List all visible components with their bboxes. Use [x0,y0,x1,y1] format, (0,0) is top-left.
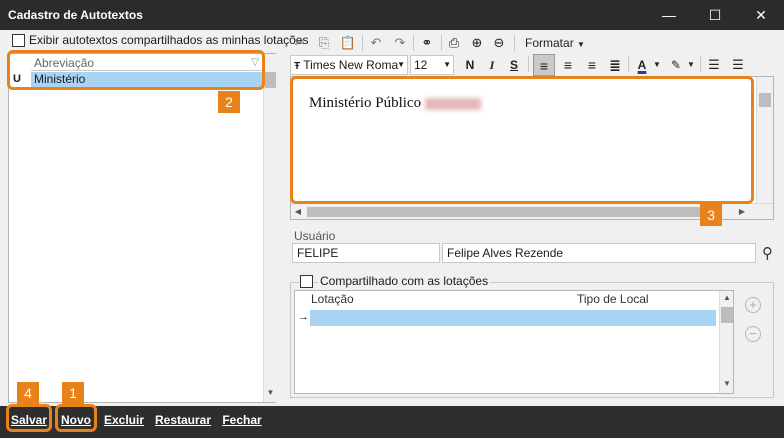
row-marker-icon: → [298,311,309,323]
chevron-down-icon[interactable]: ▼ [443,56,451,74]
callout-badge-1: 1 [62,382,84,404]
cut-icon[interactable]: ✂ [290,33,310,53]
strikethrough-button[interactable]: S [504,54,524,76]
add-icon[interactable]: + [745,297,761,313]
toolbar-divider [700,56,701,72]
maximize-button[interactable]: ☐ [692,0,738,30]
edit-toolbar: ✂ ⎘ 📋 ↶ ↷ ⚭ ⎙ ⊕ ⊖ Formatar ▼ [290,33,780,53]
remove-icon[interactable]: − [745,326,761,342]
callout-box-3 [290,76,754,204]
callout-box-1 [55,404,97,432]
show-shared-label: Exibir autotextos compartilhados as minh… [29,33,309,47]
close-form-button[interactable]: Fechar [220,406,264,434]
minimize-button[interactable]: — [646,0,692,30]
action-bar: Salvar Novo Excluir Restaurar Fechar [0,406,784,438]
search-icon[interactable]: ⚲ [762,244,773,262]
paste-icon[interactable]: 📋 [338,33,358,53]
list-scrollbar[interactable]: ▼ [263,54,276,402]
toolbar-divider [528,56,529,72]
list-scrollbar-thumb[interactable] [265,72,276,88]
scroll-up-icon[interactable]: ▲ [720,293,734,302]
user-name-field[interactable]: Felipe Alves Rezende [442,243,756,263]
print-icon[interactable]: ⎙ [444,33,464,53]
callout-badge-4: 4 [17,382,39,404]
callout-badge-2: 2 [218,91,240,113]
lotacoes-grid[interactable]: Lotação Tipo de Local → ▲ ▼ [294,290,734,394]
zoom-out-icon[interactable]: ⊖ [489,33,509,53]
title-bar: Cadastro de Autotextos — ☐ ✕ [0,0,784,30]
numbered-list-icon[interactable]: ☰ [728,54,748,76]
window-title: Cadastro de Autotextos [8,8,143,22]
column-header-lotacao[interactable]: Lotação [311,292,354,307]
font-name-value: Times New Roma [303,58,399,72]
align-left-icon[interactable]: ≡ [533,54,555,76]
chevron-down-icon[interactable]: ▼ [652,54,662,76]
redo-icon[interactable]: ↷ [390,33,410,53]
toolbar-divider [413,35,414,51]
editor-vscrollbar[interactable] [756,77,773,203]
chevron-down-icon[interactable]: ▼ [397,56,405,74]
format-menu[interactable]: Formatar ▼ [520,33,590,53]
close-button[interactable]: ✕ [738,0,784,30]
font-size-value: 12 [414,58,428,72]
bold-button[interactable]: N [460,54,480,76]
shared-checkbox[interactable] [300,275,313,288]
chevron-down-icon: ▼ [577,40,585,49]
undo-icon[interactable]: ↶ [366,33,386,53]
font-color-icon[interactable]: A [632,54,652,76]
restore-button[interactable]: Restaurar [152,406,214,434]
toolbar-divider [362,35,363,51]
justify-icon[interactable]: ≣ [604,54,626,76]
align-right-icon[interactable]: ≡ [581,54,603,76]
user-login-field[interactable]: FELIPE [292,243,440,263]
zoom-in-icon[interactable]: ⊕ [467,33,487,53]
editor-vscrollbar-thumb[interactable] [759,93,771,107]
editor-hscrollbar-thumb[interactable] [307,207,703,217]
align-center-icon[interactable]: ≡ [557,54,579,76]
scroll-left-icon[interactable]: ◀ [293,207,303,216]
callout-box-2 [7,50,265,90]
find-icon[interactable]: ⚭ [416,33,438,53]
column-header-tipo-local[interactable]: Tipo de Local [577,292,649,307]
italic-button[interactable]: I [482,54,502,76]
table-row[interactable] [310,310,716,326]
callout-badge-3: 3 [700,204,722,226]
scroll-right-icon[interactable]: ▶ [737,207,747,216]
format-menu-label: Formatar [525,36,574,50]
copy-icon[interactable]: ⎘ [314,33,334,53]
bullet-list-icon[interactable]: ☰ [704,54,724,76]
show-shared-checkbox[interactable] [12,34,25,47]
scroll-down-icon[interactable]: ▼ [720,379,734,388]
font-size-combo[interactable]: 12 ▼ [410,55,454,75]
callout-box-4 [6,404,52,432]
chevron-down-icon[interactable]: ▼ [686,54,696,76]
format-toolbar: Ŧ Times New Roma ▼ 12 ▼ N I S ≡ ≡ ≡ ≣ A … [290,54,780,76]
toolbar-divider [514,35,515,51]
font-icon: Ŧ [294,61,301,72]
delete-button[interactable]: Excluir [104,406,144,434]
user-label: Usuário [294,229,336,243]
font-name-combo[interactable]: Ŧ Times New Roma ▼ [290,55,408,75]
toolbar-divider [441,35,442,51]
grid-scrollbar[interactable]: ▲ ▼ [719,291,733,393]
toolbar-divider [628,56,629,72]
grid-scrollbar-thumb[interactable] [721,307,733,323]
highlight-icon[interactable]: ✎ [666,54,686,76]
scroll-down-icon[interactable]: ▼ [264,388,277,397]
shared-label: Compartilhado com as lotações [318,274,491,288]
